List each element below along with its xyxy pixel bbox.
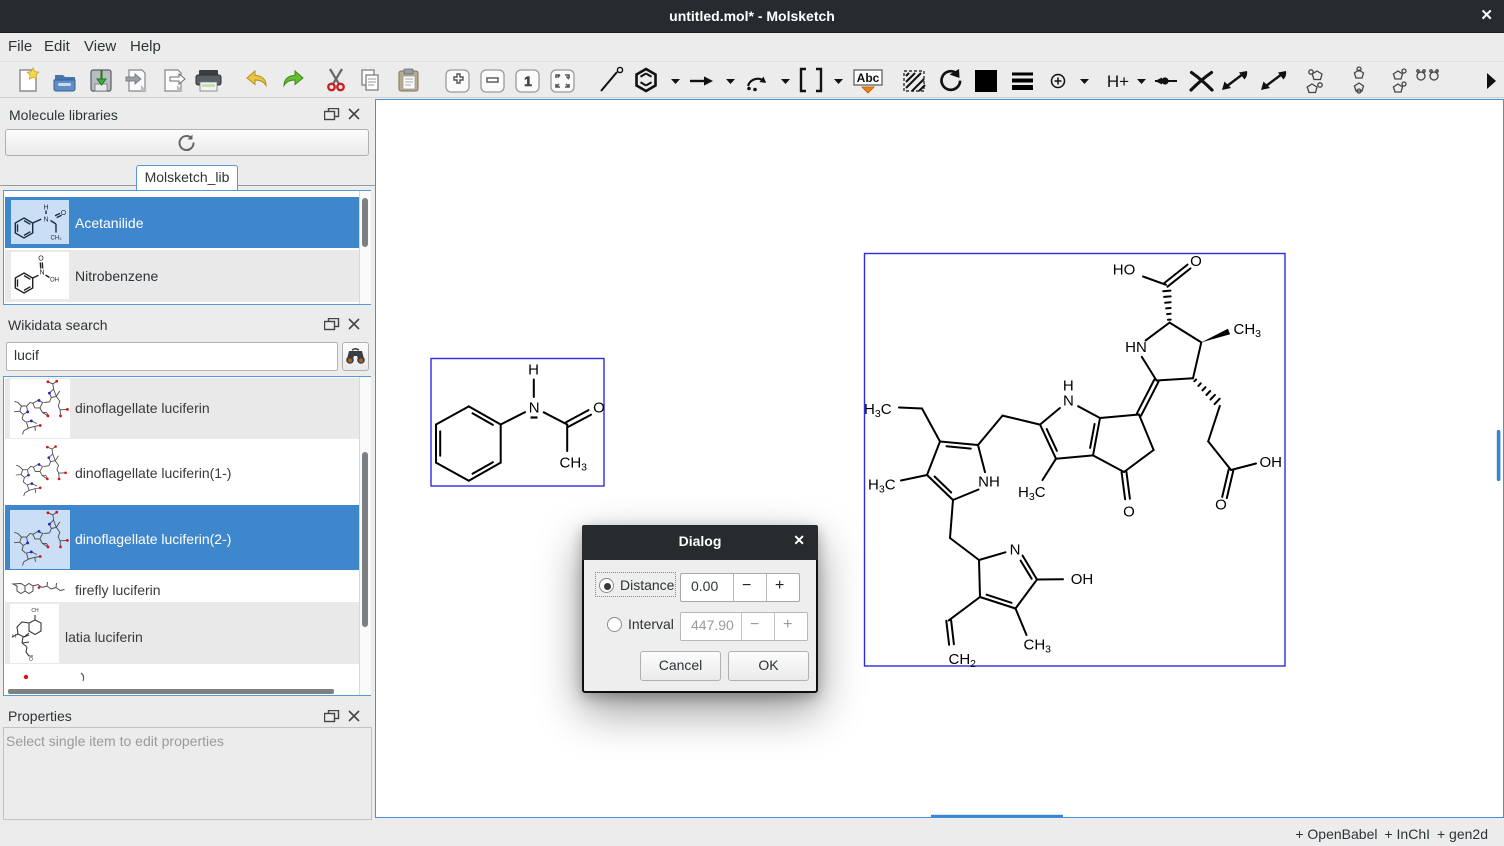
svg-text:O: O bbox=[61, 210, 67, 217]
svg-text:NH: NH bbox=[978, 474, 1000, 491]
svg-text:O: O bbox=[1190, 253, 1202, 270]
svg-text:OH: OH bbox=[1260, 454, 1283, 471]
svg-text:OH: OH bbox=[1071, 571, 1094, 588]
svg-text:CH2: CH2 bbox=[949, 651, 977, 670]
svg-text:1: 1 bbox=[524, 73, 532, 89]
svg-text:CH3: CH3 bbox=[1024, 637, 1052, 656]
svg-text:CH3: CH3 bbox=[1234, 321, 1262, 340]
svg-text:Abc: Abc bbox=[857, 71, 880, 85]
svg-text:H: H bbox=[12, 634, 16, 640]
svg-text:OH: OH bbox=[50, 278, 59, 284]
svg-text:O: O bbox=[38, 256, 44, 263]
svg-text:N: N bbox=[1010, 542, 1021, 559]
svg-text:O: O bbox=[1215, 497, 1227, 514]
svg-text:N: N bbox=[43, 217, 48, 224]
svg-text:H+: H+ bbox=[1107, 72, 1129, 91]
svg-text:H3C: H3C bbox=[1018, 484, 1046, 503]
svg-text:N: N bbox=[39, 270, 44, 277]
svg-text:H3C: H3C bbox=[868, 476, 896, 495]
svg-text:O: O bbox=[593, 399, 605, 416]
svg-text:H3C: H3C bbox=[864, 401, 892, 420]
svg-text:O: O bbox=[29, 657, 33, 663]
svg-text:HN: HN bbox=[1125, 339, 1147, 356]
svg-text:N: N bbox=[1063, 393, 1074, 410]
svg-text:O: O bbox=[1123, 504, 1135, 521]
svg-text:H: H bbox=[528, 361, 539, 378]
svg-text:CH: CH bbox=[31, 608, 39, 614]
svg-text:N: N bbox=[529, 399, 540, 416]
svg-text:H: H bbox=[43, 205, 48, 212]
svg-text:CH3: CH3 bbox=[560, 455, 588, 474]
svg-text:HO: HO bbox=[1113, 262, 1136, 279]
svg-text:CH₃: CH₃ bbox=[50, 236, 62, 242]
